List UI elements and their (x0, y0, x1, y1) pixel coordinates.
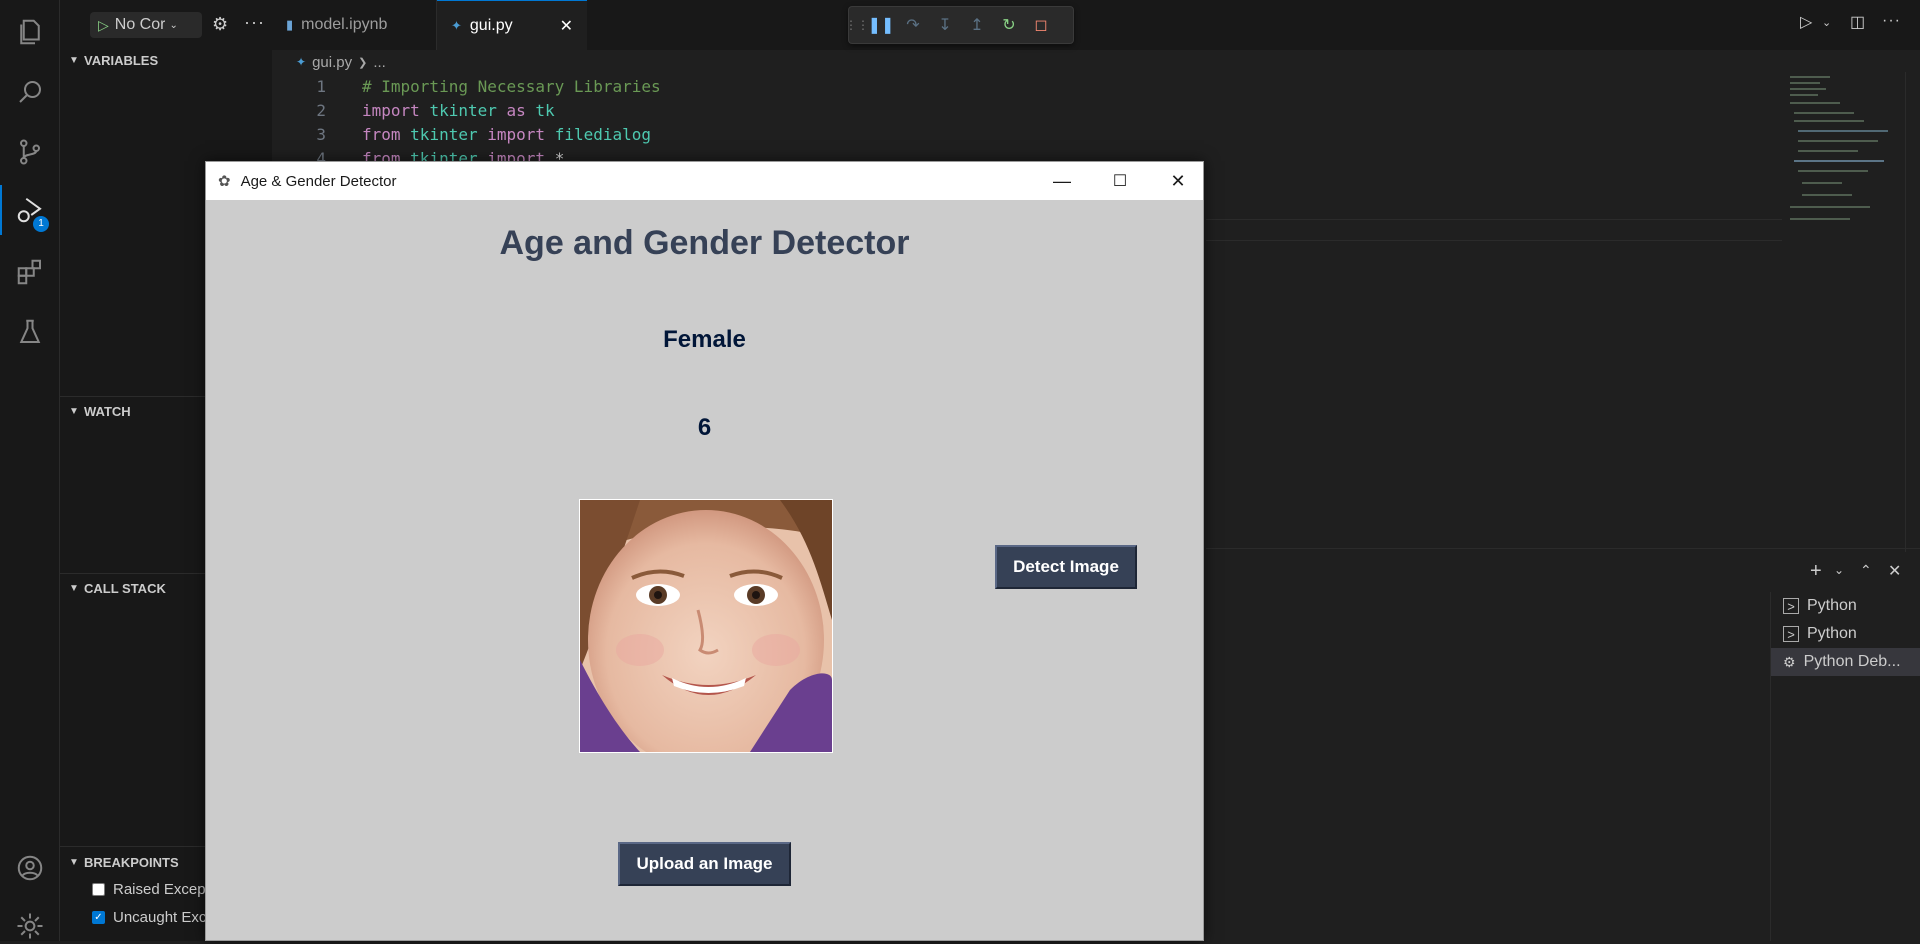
upload-image-button[interactable]: Upload an Image (618, 842, 791, 886)
terminal-label: Python Deb... (1803, 653, 1901, 670)
tab-label: model.ipynb (301, 16, 388, 33)
watch-title: WATCH (84, 403, 131, 419)
callstack-title: CALL STACK (84, 580, 166, 596)
code-keyword: import (362, 100, 420, 120)
terminal-item[interactable]: > Python (1771, 620, 1920, 648)
extensions-icon[interactable] (12, 254, 48, 290)
testing-icon[interactable] (12, 314, 48, 350)
tab-label: gui.py (469, 16, 513, 34)
source-control-icon[interactable] (12, 134, 48, 170)
split-editor-icon[interactable]: ◫ (1850, 12, 1865, 32)
tk-app-window: ✿ Age & Gender Detector — ☐ ✕ Age and Ge… (205, 161, 1204, 941)
run-config-select[interactable]: ▷ No Cor ⌄ (90, 12, 202, 38)
code-keyword: from (362, 124, 401, 144)
code-identifier: filedialog (554, 124, 652, 144)
chevron-right-icon: ❯ (358, 56, 368, 69)
terminal-icon: > (1783, 626, 1799, 642)
chevron-down-icon: ⌄ (169, 19, 178, 31)
drag-handle-icon[interactable]: ⋮⋮ (845, 9, 869, 41)
terminal-label: Python (1807, 597, 1857, 614)
maximize-panel-icon[interactable]: ⌃ (1860, 562, 1872, 579)
tab-model-ipynb[interactable]: ▮ model.ipynb (272, 0, 437, 50)
chevron-down-icon: ▼ (69, 582, 79, 594)
code-line[interactable]: 3 from tkinter import filedialog (296, 122, 651, 146)
terminal-label: Python (1807, 625, 1857, 642)
minimize-icon[interactable]: — (1034, 162, 1090, 200)
editor-tab-bar: ▮ model.ipynb ✦ gui.py ✕ (272, 0, 1920, 50)
more-actions-icon[interactable]: ··· (244, 12, 265, 33)
maximize-icon[interactable]: ☐ (1092, 162, 1148, 200)
explorer-icon[interactable] (12, 14, 48, 50)
window-titlebar[interactable]: ✿ Age & Gender Detector — ☐ ✕ (206, 162, 1203, 200)
code-keyword: import (487, 124, 546, 144)
code-line[interactable]: 1 # Importing Necessary Libraries (296, 74, 661, 98)
debug-settings-gear-icon[interactable]: ⚙ (212, 14, 228, 35)
stop-icon[interactable]: ◻ (1025, 9, 1057, 41)
restart-icon[interactable]: ↻ (993, 9, 1025, 41)
debug-bug-icon: ⚙ (1783, 653, 1796, 670)
terminal-item[interactable]: ⚙ Python Deb... (1771, 648, 1920, 676)
chevron-down-icon[interactable]: ⌄ (1834, 563, 1844, 577)
code-identifier: tkinter (410, 124, 478, 144)
close-panel-icon[interactable]: ✕ (1888, 561, 1901, 581)
window-title: Age & Gender Detector (240, 172, 397, 190)
step-into-icon[interactable]: ↧ (929, 9, 961, 41)
python-file-icon: ✦ (296, 55, 307, 69)
tab-gui-py[interactable]: ✦ gui.py ✕ (437, 0, 587, 50)
settings-gear-icon[interactable] (12, 908, 48, 944)
line-number: 2 (316, 100, 326, 120)
more-actions-icon[interactable]: ··· (1882, 12, 1901, 30)
breadcrumb: ✦ gui.py ❯ ... (296, 50, 386, 74)
close-window-icon[interactable]: ✕ (1150, 162, 1206, 200)
code-comment: # Importing Necessary Libraries (362, 76, 661, 96)
editor-scrollbar[interactable] (1905, 72, 1920, 552)
code-identifier: tkinter (429, 100, 497, 120)
chevron-down-icon: ▼ (69, 54, 79, 66)
step-over-icon[interactable]: ↷ (897, 9, 929, 41)
breadcrumb-symbols[interactable]: ... (373, 54, 386, 71)
python-file-icon: ✦ (451, 17, 462, 33)
close-tab-icon[interactable]: ✕ (560, 16, 573, 36)
divider (1206, 240, 1782, 241)
panel-border (1206, 548, 1920, 549)
gender-result: Female (663, 326, 746, 353)
breadcrumb-file[interactable]: gui.py (312, 54, 352, 71)
divider (1206, 219, 1782, 220)
activity-bar: 1 (0, 0, 60, 941)
terminal-item[interactable]: > Python (1771, 592, 1920, 620)
tk-feather-icon: ✿ (218, 173, 231, 190)
debug-toolbar: ⋮⋮ ❚❚ ↷ ↧ ↥ ↻ ◻ (845, 6, 1074, 44)
terminal-icon: > (1783, 598, 1799, 614)
line-number: 1 (316, 76, 326, 96)
search-icon[interactable] (12, 74, 48, 110)
run-icon[interactable]: ▷ (1800, 12, 1812, 32)
checkbox[interactable] (92, 882, 105, 896)
variables-section-header[interactable]: ▼ VARIABLES (60, 49, 272, 71)
app-heading: Age and Gender Detector (499, 224, 910, 262)
minimap[interactable] (1782, 72, 1902, 232)
checkbox-checked[interactable]: ✓ (92, 910, 105, 924)
chevron-down-icon: ▼ (69, 405, 79, 417)
chevron-down-icon: ▼ (69, 856, 79, 868)
account-icon[interactable] (12, 850, 48, 886)
step-out-icon[interactable]: ↥ (961, 9, 993, 41)
detect-image-button[interactable]: Detect Image (995, 545, 1137, 589)
start-debugging-icon[interactable]: ▷ (98, 17, 109, 34)
age-result: 6 (697, 414, 712, 441)
active-indicator (0, 185, 2, 235)
code-identifier: tk (535, 100, 555, 120)
uploaded-face-image (579, 499, 833, 753)
variables-title: VARIABLES (84, 52, 159, 68)
line-number: 3 (316, 124, 326, 144)
chevron-down-icon[interactable]: ⌄ (1822, 16, 1831, 29)
pause-icon[interactable]: ❚❚ (865, 9, 897, 41)
notebook-file-icon: ▮ (286, 17, 294, 32)
terminal-list: > Python > Python ⚙ Python Deb... (1770, 592, 1920, 941)
code-line[interactable]: 2 import tkinter as tk (296, 98, 555, 122)
new-terminal-icon[interactable]: + (1810, 560, 1822, 583)
debug-badge: 1 (33, 216, 49, 232)
code-keyword: as (506, 100, 526, 120)
breakpoints-title: BREAKPOINTS (84, 854, 179, 870)
run-config-label: No Cor (114, 16, 166, 33)
